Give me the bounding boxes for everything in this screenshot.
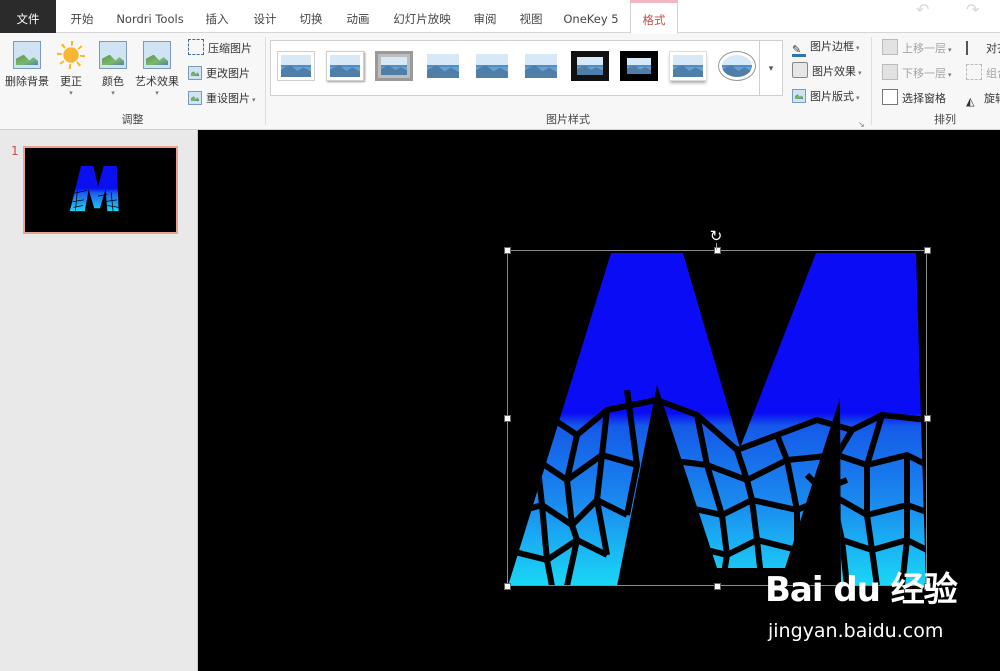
chevron-down-icon: ▾ bbox=[948, 71, 952, 79]
redo-icon[interactable]: ↷ bbox=[966, 0, 979, 19]
group-button[interactable]: 组合 bbox=[966, 64, 1000, 84]
tab-slideshow[interactable]: 幻灯片放映 bbox=[382, 0, 462, 33]
remove-background-button[interactable]: 删除背景 bbox=[4, 41, 50, 89]
picture-style-reflected-rectangle[interactable] bbox=[473, 51, 511, 81]
align-button[interactable]: 对齐 bbox=[966, 39, 1000, 59]
picture-style-soft-edge-rectangle[interactable] bbox=[522, 51, 560, 81]
chevron-down-icon: ▾ bbox=[252, 96, 256, 104]
tab-design[interactable]: 设计 bbox=[242, 0, 288, 33]
chevron-down-icon: ▾ bbox=[111, 89, 115, 97]
chevron-down-icon: ▾ bbox=[856, 44, 860, 52]
group-label-picture-styles: 图片样式 bbox=[546, 113, 590, 126]
tab-view[interactable]: 视图 bbox=[508, 0, 554, 33]
chevron-down-icon: ▾ bbox=[948, 46, 952, 54]
tab-file[interactable]: 文件 bbox=[0, 0, 56, 33]
rotate-icon: ◭ bbox=[966, 95, 975, 108]
color-button[interactable]: 颜色 ▾ bbox=[96, 41, 130, 97]
bring-forward-button[interactable]: 上移一层 ▾ bbox=[882, 39, 952, 59]
tab-transitions[interactable]: 切换 bbox=[288, 0, 334, 33]
group-label-arrange: 排列 bbox=[934, 113, 956, 126]
rotate-handle-icon[interactable]: ↻ bbox=[708, 228, 724, 244]
compress-pictures-button[interactable]: 压缩图片 bbox=[188, 39, 252, 59]
chevron-down-icon: ▾ bbox=[69, 89, 73, 97]
chevron-down-icon: ▾ bbox=[856, 94, 860, 102]
send-backward-icon bbox=[882, 64, 898, 80]
picture-style-drop-shadow-rectangle[interactable] bbox=[424, 51, 462, 81]
picture-style-simple-frame-white[interactable] bbox=[277, 51, 315, 81]
resize-handle-right[interactable] bbox=[924, 415, 931, 422]
corrections-sun-icon bbox=[57, 41, 85, 69]
chevron-down-icon: ▾ bbox=[858, 69, 862, 77]
remove-background-icon bbox=[13, 41, 41, 69]
slide-thumbnail-letter-m bbox=[69, 166, 119, 212]
selection-pane-button[interactable]: 选择窗格 bbox=[882, 89, 946, 109]
artistic-effects-icon bbox=[143, 41, 171, 69]
resize-handle-top-right[interactable] bbox=[924, 247, 931, 254]
align-icon bbox=[966, 41, 982, 55]
tab-nordri-tools[interactable]: Nordri Tools bbox=[108, 0, 192, 33]
pen-icon: ✎ bbox=[792, 40, 806, 57]
color-icon bbox=[99, 41, 127, 69]
change-picture-icon bbox=[188, 66, 202, 80]
tab-insert[interactable]: 插入 bbox=[192, 0, 242, 33]
tab-home[interactable]: 开始 bbox=[56, 0, 108, 33]
slide-thumbnail-panel: 1 bbox=[0, 130, 198, 671]
bring-forward-icon bbox=[882, 39, 898, 55]
reset-picture-icon bbox=[188, 91, 202, 105]
tab-review[interactable]: 审阅 bbox=[462, 0, 508, 33]
undo-icon[interactable]: ↶ bbox=[916, 0, 929, 19]
picture-style-thick-matte-gray[interactable] bbox=[375, 51, 413, 81]
compress-icon bbox=[188, 39, 204, 55]
picture-effects-button[interactable]: 图片效果 ▾ bbox=[792, 62, 862, 82]
picture-style-rounded-shadow[interactable] bbox=[669, 51, 707, 81]
picture-layout-button[interactable]: 图片版式 ▾ bbox=[792, 87, 860, 107]
send-backward-button[interactable]: 下移一层 ▾ bbox=[882, 64, 952, 84]
tab-animations[interactable]: 动画 bbox=[334, 0, 382, 33]
picture-styles-gallery bbox=[270, 40, 782, 96]
picture-style-oval[interactable] bbox=[718, 51, 756, 81]
slide-thumbnail[interactable] bbox=[23, 146, 178, 234]
selection-pane-icon bbox=[882, 89, 898, 105]
tab-format[interactable]: 格式 bbox=[630, 0, 678, 34]
resize-handle-top-left[interactable] bbox=[504, 247, 511, 254]
group-icon bbox=[966, 64, 982, 80]
picture-style-thick-black-frame[interactable] bbox=[620, 51, 658, 81]
corrections-button[interactable]: 更正 ▾ bbox=[54, 41, 88, 97]
reset-picture-button[interactable]: 重设图片 ▾ bbox=[188, 89, 256, 109]
picture-style-double-frame-black[interactable] bbox=[571, 51, 609, 81]
watermark-url: jingyan.baidu.com bbox=[768, 620, 944, 642]
chevron-down-icon: ▾ bbox=[768, 64, 774, 74]
baidu-watermark: Bai du 经验 jingyan.baidu.com bbox=[765, 562, 995, 662]
rotate-button[interactable]: ◭旋转 bbox=[966, 89, 1000, 109]
change-picture-button[interactable]: 更改图片 bbox=[188, 64, 250, 84]
group-label-adjust: 调整 bbox=[121, 113, 144, 126]
layout-icon bbox=[792, 89, 806, 103]
selection-frame bbox=[507, 250, 927, 586]
ribbon-format: 删除背景 更正 ▾ 颜色 ▾ 艺术效果 ▾ 压缩图片 更改图片 重设图片 ▾ 调整… bbox=[0, 33, 1000, 130]
watermark-logo: Bai du 经验 bbox=[765, 570, 958, 610]
gallery-more-button[interactable]: ▾ bbox=[759, 40, 783, 96]
dialog-launcher-icon[interactable]: ↘ bbox=[858, 120, 865, 129]
slide-number: 1 bbox=[11, 144, 19, 158]
picture-style-simple-frame-shadow[interactable] bbox=[326, 51, 364, 81]
resize-handle-left[interactable] bbox=[504, 415, 511, 422]
effects-icon bbox=[792, 62, 808, 78]
resize-handle-bottom[interactable] bbox=[714, 583, 721, 590]
chevron-down-icon: ▾ bbox=[155, 89, 159, 97]
resize-handle-bottom-left[interactable] bbox=[504, 583, 511, 590]
tab-onekey[interactable]: OneKey 5 bbox=[554, 0, 628, 33]
ribbon-tab-bar: 文件 开始 Nordri Tools 插入 设计 切换 动画 幻灯片放映 审阅 … bbox=[0, 0, 1000, 34]
artistic-effects-button[interactable]: 艺术效果 ▾ bbox=[134, 41, 180, 97]
picture-border-button[interactable]: ✎ 图片边框 ▾ bbox=[792, 37, 860, 57]
